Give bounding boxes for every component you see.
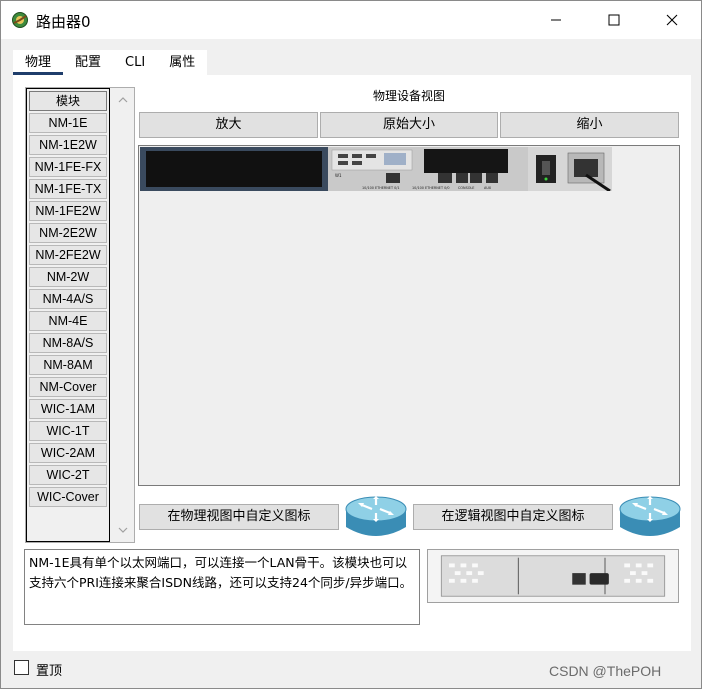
- pin-on-top-checkbox[interactable]: [14, 660, 29, 675]
- module-list-header: 模块: [29, 91, 107, 111]
- chevron-up-icon: [118, 97, 128, 103]
- module-item-wic-1t[interactable]: WIC-1T: [29, 421, 107, 441]
- port-eth01-label: 10/100 ETHERNET 0/1: [362, 186, 400, 190]
- module-item-nm-cover[interactable]: NM-Cover: [29, 377, 107, 397]
- customize-logical-icon-button[interactable]: 在逻辑视图中自定义图标: [413, 504, 613, 530]
- tab-attributes[interactable]: 属性: [157, 50, 207, 75]
- module-item-nm-2e2w[interactable]: NM-2E2W: [29, 223, 107, 243]
- physical-view-title: 物理设备视图: [372, 89, 445, 103]
- module-item-nm-1fe2w[interactable]: NM-1FE2W: [29, 201, 107, 221]
- module-item-nm-1fe-fx[interactable]: NM-1FE-FX: [29, 157, 107, 177]
- router-app-icon: [12, 12, 28, 28]
- module-preview-image: [427, 549, 679, 603]
- scroll-down-button[interactable]: [112, 520, 134, 540]
- module-item-nm-1e[interactable]: NM-1E: [29, 113, 107, 133]
- router-icon: [345, 496, 407, 536]
- port-aux-label: AUX: [484, 186, 492, 190]
- module-item-wic-1am[interactable]: WIC-1AM: [29, 399, 107, 419]
- tab-physical[interactable]: 物理: [13, 50, 64, 75]
- scroll-up-button[interactable]: [112, 90, 134, 110]
- customize-physical-icon-button[interactable]: 在物理视图中自定义图标: [139, 504, 339, 530]
- minimize-icon: [551, 19, 561, 21]
- module-item-nm-2w[interactable]: NM-2W: [29, 267, 107, 287]
- router-chassis-image: W1 10/100 ETHERNET 0/1 10/100 ETHERNET 0…: [140, 147, 612, 191]
- module-description: NM-1E具有单个以太网端口，可以连接一个LAN骨干。该模块也可以支持六个PRI…: [24, 549, 420, 625]
- port-eth00-label: 10/100 ETHERNET 0/0: [412, 186, 450, 190]
- module-item-wic-2am[interactable]: WIC-2AM: [29, 443, 107, 463]
- pin-on-top-label: 置顶: [36, 664, 63, 679]
- port-w1-label: W1: [335, 173, 342, 178]
- module-item-nm-1fe-tx[interactable]: NM-1FE-TX: [29, 179, 107, 199]
- module-item-nm-8as[interactable]: NM-8A/S: [29, 333, 107, 353]
- module-item-nm-2fe2w[interactable]: NM-2FE2W: [29, 245, 107, 265]
- tab-bar: 物理 配置 CLI 属性: [13, 50, 208, 75]
- module-item-wic-cover[interactable]: WIC-Cover: [29, 487, 107, 507]
- module-panel: 模块 NM-1E NM-1E2W NM-1FE-FX NM-1FE-TX NM-…: [25, 87, 135, 543]
- maximize-icon: [608, 14, 620, 26]
- maximize-button[interactable]: [585, 1, 643, 39]
- title-bar: 路由器0: [1, 1, 701, 39]
- minimize-button[interactable]: [527, 1, 585, 39]
- watermark: CSDN @ThePOH: [549, 663, 662, 679]
- module-item-nm-4e[interactable]: NM-4E: [29, 311, 107, 331]
- physical-tab-content: 模块 NM-1E NM-1E2W NM-1FE-FX NM-1FE-TX NM-…: [13, 75, 691, 651]
- module-item-wic-2t[interactable]: WIC-2T: [29, 465, 107, 485]
- module-list: 模块 NM-1E NM-1E2W NM-1FE-FX NM-1FE-TX NM-…: [26, 88, 110, 542]
- original-size-button[interactable]: 原始大小: [320, 112, 498, 138]
- device-dialog-window: 路由器0 物理 配置 CLI 属性 模块 NM-1E NM-1E2W NM-1F…: [0, 0, 702, 689]
- close-icon: [666, 14, 678, 26]
- tab-config[interactable]: 配置: [63, 50, 113, 75]
- module-item-nm-8am[interactable]: NM-8AM: [29, 355, 107, 375]
- module-item-nm-4as[interactable]: NM-4A/S: [29, 289, 107, 309]
- router-icon: [619, 496, 681, 536]
- zoom-in-button[interactable]: 放大: [139, 112, 318, 138]
- port-console-label: CONSOLE: [458, 186, 474, 190]
- window-title: 路由器0: [36, 13, 91, 31]
- chevron-down-icon: [118, 527, 128, 533]
- module-item-nm-1e2w[interactable]: NM-1E2W: [29, 135, 107, 155]
- close-button[interactable]: [643, 1, 701, 39]
- module-list-scrollbar[interactable]: [112, 88, 134, 542]
- physical-device-view: W1 10/100 ETHERNET 0/1 10/100 ETHERNET 0…: [138, 145, 680, 486]
- zoom-out-button[interactable]: 缩小: [500, 112, 679, 138]
- tab-cli[interactable]: CLI: [113, 50, 157, 75]
